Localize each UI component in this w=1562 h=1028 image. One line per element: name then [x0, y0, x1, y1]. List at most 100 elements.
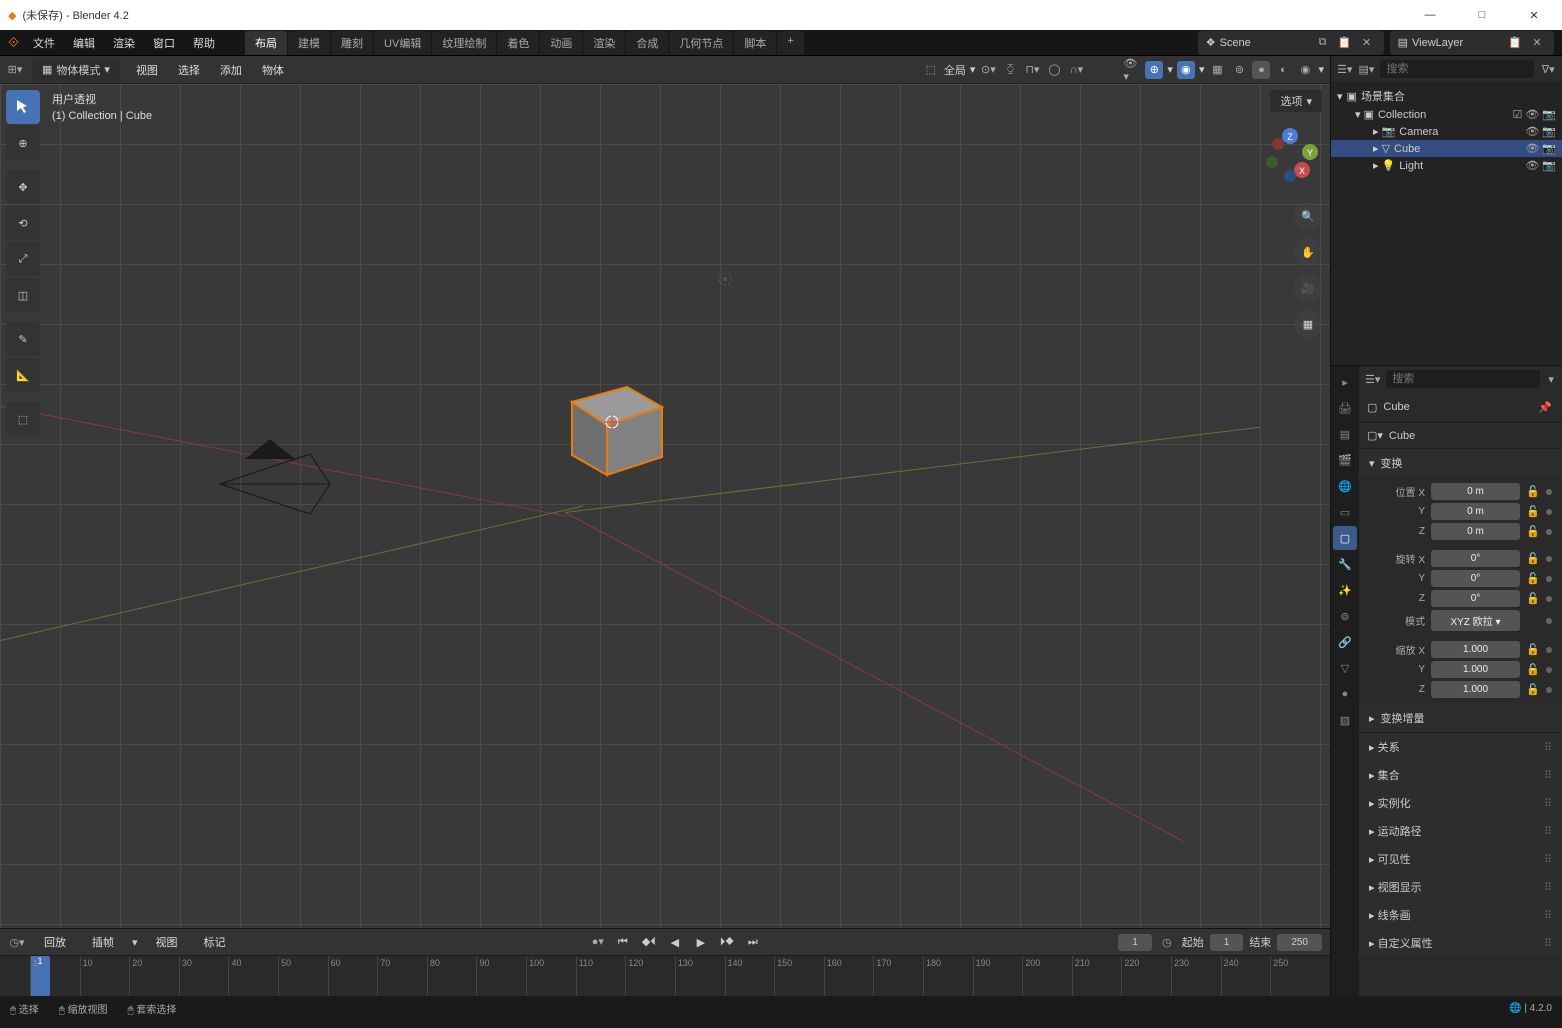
annotate-tool[interactable]: ✎: [6, 322, 40, 356]
filter-icon[interactable]: ∇▾: [1540, 60, 1556, 78]
delta-transform-header[interactable]: ▸ 变换增量: [1359, 704, 1562, 732]
pivot-icon[interactable]: ⊙▾: [979, 61, 997, 79]
render-icon[interactable]: 📷: [1542, 125, 1556, 138]
end-frame[interactable]: 250: [1277, 934, 1322, 951]
rotation-x[interactable]: 0°: [1431, 550, 1520, 567]
texture-tab-icon[interactable]: ▨: [1333, 708, 1357, 732]
render-tab-icon[interactable]: ▸: [1333, 370, 1357, 394]
workspace-tab[interactable]: 几何节点: [669, 31, 733, 55]
play-reverse-icon[interactable]: ◀: [665, 932, 685, 952]
viewlayer-input[interactable]: [1412, 37, 1502, 49]
current-frame[interactable]: 1: [1118, 934, 1152, 951]
panel-header[interactable]: ▸ 关系⠿: [1359, 733, 1562, 761]
snap-icon[interactable]: ⧲: [1001, 61, 1019, 79]
vp-menu-选择[interactable]: 选择: [170, 58, 208, 82]
rotation-y[interactable]: 0°: [1431, 570, 1520, 587]
proportional-icon[interactable]: ◯: [1045, 61, 1063, 79]
outliner-search[interactable]: [1380, 60, 1534, 78]
rotate-tool[interactable]: ⟲: [6, 206, 40, 240]
menu-编辑[interactable]: 编辑: [65, 31, 103, 55]
move-tool[interactable]: ✥: [6, 170, 40, 204]
camera-view-icon[interactable]: 🎥: [1294, 274, 1322, 302]
lock-icon[interactable]: 🔓: [1526, 505, 1540, 518]
shading-rendered-icon[interactable]: ◉: [1296, 61, 1314, 79]
scene-selector[interactable]: ❖ ⧉ 📋 ✕: [1198, 31, 1384, 55]
light-object[interactable]: [710, 264, 740, 294]
eye-icon[interactable]: 👁: [1525, 159, 1539, 172]
cube-object[interactable]: [547, 357, 677, 487]
clock-icon[interactable]: ◷: [1158, 933, 1176, 951]
workspace-tab[interactable]: 渲染: [583, 31, 625, 55]
scale-x[interactable]: 1.000: [1431, 641, 1520, 658]
vp-menu-视图[interactable]: 视图: [128, 58, 166, 82]
scale-z[interactable]: 1.000: [1431, 681, 1520, 698]
viewlayer-tab-icon[interactable]: ▤: [1333, 422, 1357, 446]
pin-icon[interactable]: 📌: [1536, 398, 1554, 416]
options-icon[interactable]: ▾: [1546, 370, 1556, 388]
panel-header[interactable]: ▸ 线条画⠿: [1359, 901, 1562, 929]
pan-icon[interactable]: ✋: [1294, 238, 1322, 266]
rotation-mode[interactable]: XYZ 欧拉 ▾: [1431, 610, 1520, 631]
overlay-toggle-icon[interactable]: ◉: [1177, 61, 1195, 79]
eye-icon[interactable]: 👁: [1525, 108, 1539, 121]
world-tab-icon[interactable]: 🌐: [1333, 474, 1357, 498]
delete-icon[interactable]: ✕: [1528, 34, 1546, 52]
lock-icon[interactable]: 🔓: [1526, 643, 1540, 656]
viewport-options[interactable]: 选项 ▾: [1270, 90, 1322, 112]
outliner-item[interactable]: ▸ ▽Cube 👁 📷: [1331, 140, 1562, 157]
output-tab-icon[interactable]: 🖨: [1333, 396, 1357, 420]
mode-dropdown[interactable]: ▦ 物体模式 ▾: [32, 59, 120, 81]
keyframe-next-icon[interactable]: ⏵◆: [717, 932, 737, 952]
menu-文件[interactable]: 文件: [25, 31, 63, 55]
material-tab-icon[interactable]: ●: [1333, 682, 1357, 706]
scale-tool[interactable]: ⤢: [6, 242, 40, 276]
jump-start-icon[interactable]: ⏮: [613, 932, 633, 952]
select-tool[interactable]: [6, 90, 40, 124]
viewlayer-selector[interactable]: ▤ 📋 ✕: [1390, 31, 1554, 55]
view-menu[interactable]: 视图: [148, 930, 186, 954]
shading-solid-icon[interactable]: ●: [1252, 61, 1270, 79]
panel-header[interactable]: ▸ 视图显示⠿: [1359, 873, 1562, 901]
lock-icon[interactable]: 🔓: [1526, 485, 1540, 498]
measure-tool[interactable]: 📐: [6, 358, 40, 392]
shading-material-icon[interactable]: ◐: [1274, 61, 1292, 79]
workspace-tab[interactable]: 建模: [288, 31, 330, 55]
scene-input[interactable]: [1220, 37, 1310, 49]
visibility-icon[interactable]: 👁▾: [1123, 61, 1141, 79]
rotation-z[interactable]: 0°: [1431, 590, 1520, 607]
scene-collection-row[interactable]: ▾ ▣ 场景集合: [1331, 86, 1562, 106]
data-tab-icon[interactable]: ▽: [1333, 656, 1357, 680]
snap-opts-icon[interactable]: ⊓▾: [1023, 61, 1041, 79]
workspace-tab[interactable]: 合成: [626, 31, 668, 55]
transform-tool[interactable]: ◫: [6, 278, 40, 312]
3d-viewport[interactable]: 用户透视 (1) Collection | Cube 选项 ▾ Z Y X 🔍 …: [0, 84, 1330, 928]
xray-icon[interactable]: ▦: [1208, 61, 1226, 79]
jump-end-icon[interactable]: ⏭: [743, 932, 763, 952]
close-button[interactable]: ✕: [1514, 9, 1554, 22]
workspace-tab[interactable]: 雕刻: [331, 31, 373, 55]
scale-y[interactable]: 1.000: [1431, 661, 1520, 678]
copy-icon[interactable]: 📋: [1506, 34, 1524, 52]
outliner-editor-icon[interactable]: ☰▾: [1337, 60, 1353, 78]
collection-tab-icon[interactable]: ▭: [1333, 500, 1357, 524]
object-tab-icon[interactable]: ▢: [1333, 526, 1357, 550]
panel-header[interactable]: ▸ 实例化⠿: [1359, 789, 1562, 817]
particles-tab-icon[interactable]: ✨: [1333, 578, 1357, 602]
copy-icon[interactable]: 📋: [1336, 34, 1354, 52]
shading-wireframe-icon[interactable]: ⊚: [1230, 61, 1248, 79]
location-z[interactable]: 0 m: [1431, 523, 1520, 540]
zoom-icon[interactable]: 🔍: [1294, 202, 1322, 230]
props-editor-icon[interactable]: ☰▾: [1365, 370, 1380, 388]
lock-icon[interactable]: 🔓: [1526, 572, 1540, 585]
lock-icon[interactable]: 🔓: [1526, 552, 1540, 565]
workspace-tab[interactable]: 着色: [497, 31, 539, 55]
lock-icon[interactable]: 🔓: [1526, 525, 1540, 538]
menu-渲染[interactable]: 渲染: [105, 31, 143, 55]
maximize-button[interactable]: □: [1462, 9, 1502, 22]
editor-type-icon[interactable]: ⊞▾: [6, 61, 24, 79]
minimize-button[interactable]: —: [1410, 9, 1450, 22]
eye-icon[interactable]: 👁: [1525, 125, 1539, 138]
orientation-icon[interactable]: ⬚: [922, 61, 940, 79]
scene-tab-icon[interactable]: 🎬: [1333, 448, 1357, 472]
lock-icon[interactable]: 🔓: [1526, 592, 1540, 605]
